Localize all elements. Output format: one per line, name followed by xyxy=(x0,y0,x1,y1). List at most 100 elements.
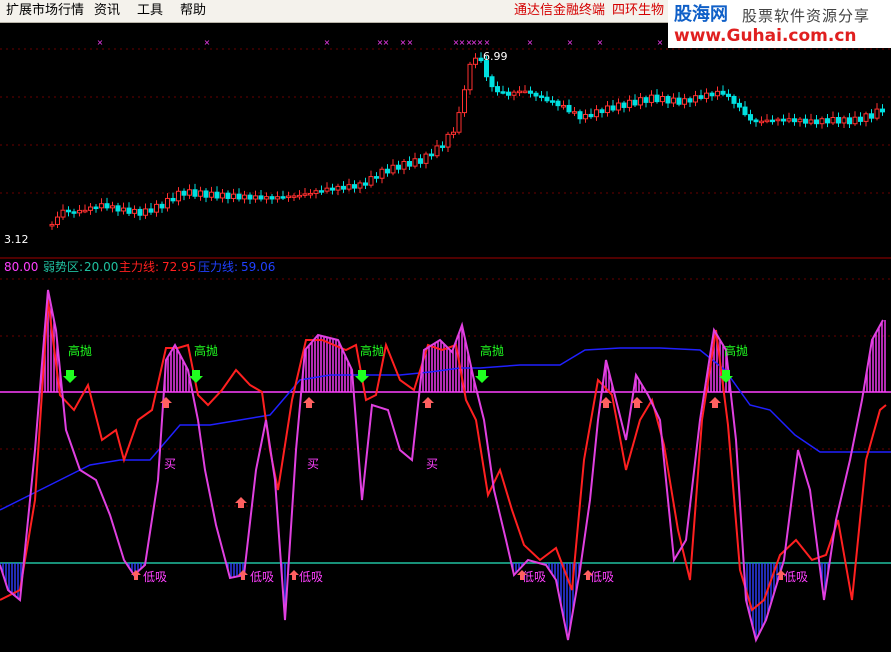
candle-body xyxy=(77,209,82,214)
candle-body xyxy=(616,102,621,111)
candle-body xyxy=(709,92,715,97)
candlestick-series[interactable] xyxy=(49,52,885,230)
buy-arrow-icon xyxy=(422,397,434,408)
price-top-markers: × × × × × × × × × ×× × × × × × × xyxy=(97,38,664,47)
candle-body xyxy=(753,119,759,123)
chart-canvas[interactable]: × × × × × × × × × ×× × × × × × × 高抛 高抛 高抛 高抛 高抛买 买 买低吸 低吸 低吸 低吸 低… xyxy=(0,0,891,652)
candle-body xyxy=(627,99,632,108)
buy-arrow-icon xyxy=(303,397,315,408)
candle-body xyxy=(181,190,187,196)
bottom-signal-label: 低吸 xyxy=(143,570,167,584)
candle-body xyxy=(335,185,341,191)
candle-body xyxy=(126,207,132,214)
candle-body xyxy=(60,209,66,218)
price-marker: × xyxy=(477,38,484,47)
candle-body xyxy=(165,197,170,209)
candle-body xyxy=(561,104,566,108)
candle-body xyxy=(841,117,847,124)
candle-body xyxy=(731,95,737,104)
candle-body xyxy=(264,196,269,200)
candle-body xyxy=(682,98,687,105)
candle-body xyxy=(671,97,676,104)
candle-body xyxy=(665,96,671,104)
sell-arrow-icon xyxy=(355,370,369,383)
candle-body xyxy=(566,104,572,113)
candle-body xyxy=(308,192,313,196)
candle-body xyxy=(192,189,198,197)
candle-body xyxy=(132,208,137,214)
price-high-label: 6.99 xyxy=(483,50,508,63)
candle-body xyxy=(830,116,836,124)
candle-body xyxy=(836,116,841,124)
candle-body xyxy=(418,158,423,164)
legend-strong-value: 80.00 xyxy=(4,260,38,274)
candle-body xyxy=(528,90,533,94)
candle-body xyxy=(236,193,242,200)
candle-body xyxy=(792,118,797,123)
price-marker: × xyxy=(97,38,104,47)
candle-body xyxy=(407,161,412,167)
menu-help[interactable]: 帮助 xyxy=(180,2,206,20)
candle-body xyxy=(500,91,506,94)
candle-body xyxy=(605,105,610,114)
buy-signal-label: 买 xyxy=(164,457,176,471)
watermark-url[interactable]: www.Guhai.com.cn xyxy=(674,26,857,46)
sell-signal-label: 高抛 xyxy=(68,343,92,358)
candle-body xyxy=(825,118,830,124)
price-marker: × xyxy=(567,38,574,47)
candle-body xyxy=(88,206,93,211)
candle-body xyxy=(55,216,60,225)
candle-body xyxy=(176,190,181,202)
candle-body xyxy=(324,187,330,192)
sell-signal-label: 高抛 xyxy=(194,343,218,358)
candle-body xyxy=(341,185,346,190)
candle-body xyxy=(209,191,214,198)
candle-body xyxy=(225,192,231,199)
candle-body xyxy=(159,203,165,209)
candle-body xyxy=(489,76,495,88)
bottom-signal-label: 低吸 xyxy=(784,570,808,584)
legend-pressure-label: 压力线: xyxy=(198,260,238,274)
price-low-label: 3.12 xyxy=(4,233,29,246)
candle-body xyxy=(676,97,682,105)
indicator-legend: 80.00 弱势区: 20.00 主力线: 72.95 压力线: 59.06 xyxy=(4,260,275,274)
candle-body xyxy=(621,102,627,108)
candle-body xyxy=(770,119,775,123)
menu-news[interactable]: 资讯 xyxy=(94,2,120,20)
candle-body xyxy=(588,113,594,118)
watermark-logo: 股海网 xyxy=(674,4,728,25)
candle-body xyxy=(737,102,742,108)
candle-body xyxy=(319,190,324,193)
candle-body xyxy=(363,182,368,186)
candle-body xyxy=(808,119,814,124)
candle-body xyxy=(814,119,819,125)
candle-body xyxy=(797,118,803,123)
candle-body xyxy=(291,195,297,198)
candle-body xyxy=(517,90,522,94)
candle-body xyxy=(280,196,286,199)
legend-weak-value: 20.00 xyxy=(84,260,118,274)
sell-signal-label: 高抛 xyxy=(360,343,384,358)
sell-signal-label: 高抛 xyxy=(724,343,748,358)
candle-body xyxy=(847,117,852,125)
price-marker: × xyxy=(527,38,534,47)
bottom-signal-label: 低吸 xyxy=(590,570,614,584)
stock-name: 四环生物 xyxy=(612,3,665,18)
watermark-slogan: 股票软件资源分享 xyxy=(742,7,871,25)
candle-body xyxy=(148,208,154,213)
candle-body xyxy=(412,158,418,167)
candle-body xyxy=(687,98,693,103)
candle-body xyxy=(726,93,731,97)
buy-arrow-icon xyxy=(709,397,721,408)
menu-extended-market[interactable]: 扩展市场行情 xyxy=(6,2,84,20)
bottom-arrow-icon xyxy=(289,570,299,580)
candle-body xyxy=(143,208,148,216)
legend-weak-label: 弱势区: xyxy=(43,260,83,274)
candle-body xyxy=(286,195,291,199)
candle-body xyxy=(275,196,280,200)
candle-body xyxy=(819,118,825,125)
bottom-signal-label: 低吸 xyxy=(522,570,546,584)
legend-main-value: 72.95 xyxy=(162,260,196,274)
candle-body xyxy=(302,193,308,196)
menu-tools[interactable]: 工具 xyxy=(137,2,163,20)
